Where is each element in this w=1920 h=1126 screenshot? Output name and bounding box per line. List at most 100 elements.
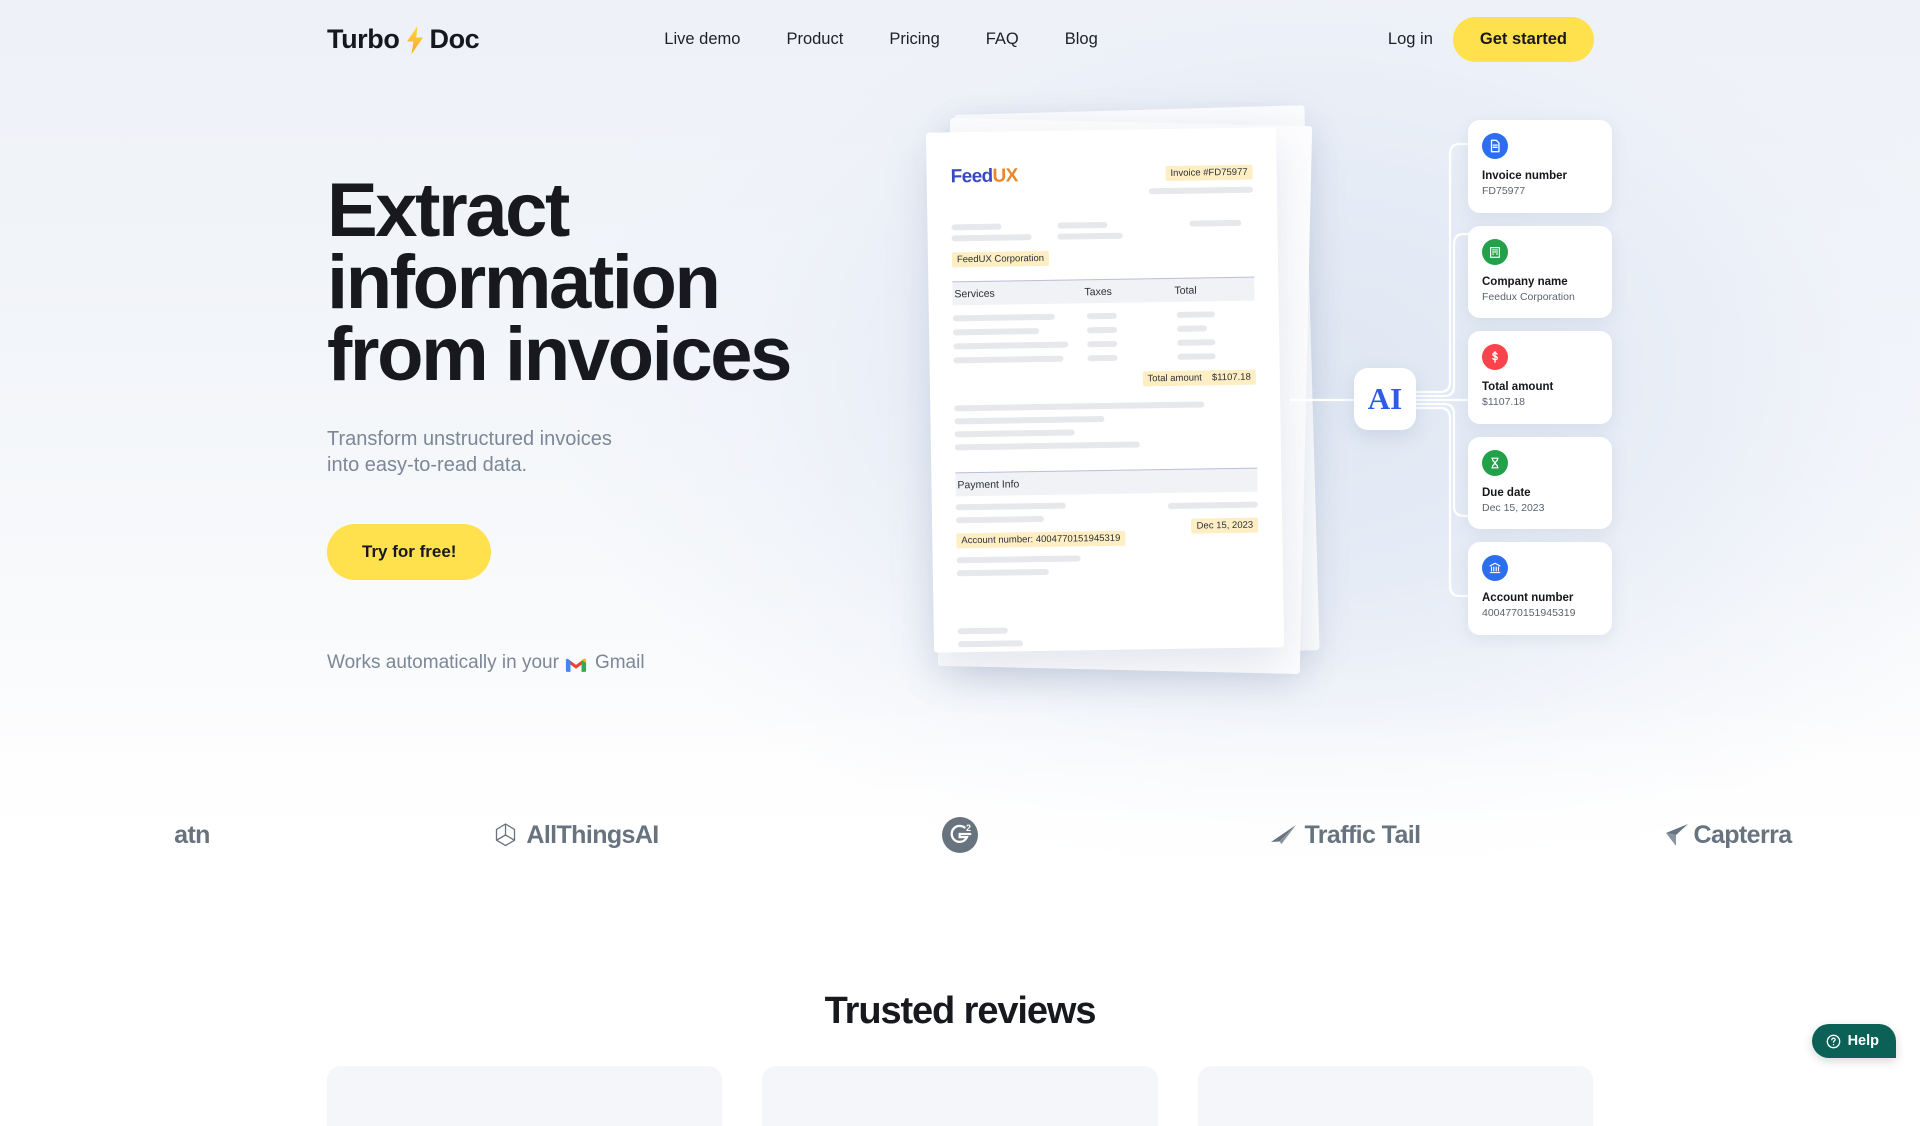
traffic-tail-logo-icon <box>1268 822 1298 848</box>
placeholder-bar <box>953 328 1039 335</box>
placeholder-bar <box>955 441 1140 450</box>
nav-actions: Log in Get started <box>1388 17 1864 62</box>
headline-line-3: from invoices <box>327 319 887 391</box>
card-title: Account number <box>1482 591 1598 605</box>
invoice-header: FeedUX Invoice #FD75977 <box>950 162 1252 198</box>
lightning-bolt-icon <box>402 25 428 55</box>
partner-logo-allthingsai: AllThingsAI <box>384 821 768 850</box>
extracted-fields-list: Invoice number FD75977 Company name Feed… <box>1468 120 1612 648</box>
card-title: Due date <box>1482 486 1598 500</box>
placeholder-bar <box>955 429 1075 437</box>
page-title: Extract information from invoices <box>327 175 887 392</box>
nav-item-product[interactable]: Product <box>786 30 843 49</box>
invoice-payment-body: Dec 15, 2023 Account number: 40047701519… <box>956 500 1259 577</box>
placeholder-bar <box>1087 355 1117 361</box>
invoice-sheet-front: FeedUX Invoice #FD75977 FeedUX Corporati… <box>926 127 1284 652</box>
ai-badge: AI <box>1354 368 1416 430</box>
table-header-total: Total <box>1174 283 1252 296</box>
partner-logo-atn: atn <box>0 821 384 850</box>
nav-item-live-demo[interactable]: Live demo <box>664 30 740 49</box>
invoice-company-tag-wrap: FeedUX Corporation <box>952 237 1254 268</box>
get-started-button[interactable]: Get started <box>1453 17 1594 62</box>
top-navigation-bar: Turbo Doc Live demo Product Pricing FAQ … <box>0 0 1920 78</box>
placeholder-bar <box>1057 222 1107 229</box>
partner-logo-capterra: Capterra <box>1536 821 1920 850</box>
brand-name-second: Doc <box>429 24 479 55</box>
invoice-document-stack: FeedUX Invoice #FD75977 FeedUX Corporati… <box>930 110 1350 690</box>
nav-item-pricing[interactable]: Pricing <box>889 30 939 49</box>
gmail-note-prefix: Works automatically in your <box>327 652 559 674</box>
hero-content: Extract information from invoices Transf… <box>327 175 887 674</box>
invoice-meta-col-2 <box>1057 216 1147 239</box>
extracted-card-company-name[interactable]: Company name Feedux Corporation <box>1468 226 1612 319</box>
question-mark-icon <box>1826 1034 1841 1049</box>
card-value: $1107.18 <box>1482 396 1598 409</box>
placeholder-bar <box>954 416 1104 424</box>
review-cards-row <box>327 1066 1593 1126</box>
partner-logo-g2: 2 <box>768 816 1152 854</box>
invoice-notes-bars <box>954 401 1257 451</box>
placeholder-bar <box>953 314 1055 322</box>
login-link[interactable]: Log in <box>1388 30 1433 49</box>
invoice-account-highlight: Account number: 4004770151945319 <box>956 531 1125 549</box>
brand-logo[interactable]: Turbo Doc <box>327 24 479 55</box>
review-card[interactable] <box>327 1066 722 1126</box>
placeholder-bar <box>1087 341 1117 347</box>
partner-logos-row: atn AllThingsAI 2 Traffic Ta <box>0 795 1920 875</box>
headline-line-1: Extract <box>327 175 887 247</box>
invoice-table-rows <box>953 309 1256 364</box>
invoice-payment-right <box>1168 500 1258 509</box>
invoice-total-highlight: Total amount$1107.18 <box>1142 370 1256 387</box>
extracted-card-due-date[interactable]: Due date Dec 15, 2023 <box>1468 437 1612 530</box>
extracted-card-invoice-number[interactable]: Invoice number FD75977 <box>1468 120 1612 213</box>
document-icon <box>1482 133 1508 159</box>
placeholder-bar <box>1168 502 1258 509</box>
placeholder-bar <box>953 356 1063 364</box>
nav-item-blog[interactable]: Blog <box>1065 30 1098 49</box>
reviews-section-title: Trusted reviews <box>0 990 1920 1033</box>
partner-logo-traffic-tail: Traffic Tail <box>1152 821 1536 850</box>
traffic-tail-logo-label: Traffic Tail <box>1305 821 1421 850</box>
invoice-total-line: Total amount$1107.18 <box>954 367 1256 390</box>
hero-subtitle: Transform unstructured invoices into eas… <box>327 426 887 479</box>
placeholder-bar <box>1177 353 1215 360</box>
invoice-meta-col-3 <box>1163 215 1253 238</box>
invoice-logo-second: UX <box>992 165 1018 186</box>
help-button[interactable]: Help <box>1812 1024 1896 1058</box>
headline-line-2: information <box>327 247 887 319</box>
nav-item-faq[interactable]: FAQ <box>986 30 1019 49</box>
try-for-free-button[interactable]: Try for free! <box>327 524 491 580</box>
placeholder-bar <box>957 555 1081 563</box>
invoice-company-logo: FeedUX <box>950 165 1017 188</box>
placeholder-bar <box>1189 220 1241 227</box>
invoice-total-value: $1107.18 <box>1212 372 1251 384</box>
review-card[interactable] <box>1198 1066 1593 1126</box>
card-value: Feedux Corporation <box>1482 291 1598 304</box>
placeholder-bar <box>957 569 1049 576</box>
placeholder-bar <box>1177 339 1215 346</box>
extracted-card-total-amount[interactable]: Total amount $1107.18 <box>1468 331 1612 424</box>
review-card[interactable] <box>762 1066 1157 1126</box>
nav-links: Live demo Product Pricing FAQ Blog <box>664 30 1098 49</box>
subtitle-line-1: Transform unstructured invoices <box>327 426 887 452</box>
invoice-payment-section-header: Payment Info <box>955 468 1257 497</box>
allthingsai-logo-icon <box>493 822 518 848</box>
card-title: Invoice number <box>1482 169 1598 183</box>
gmail-note-label: Gmail <box>595 652 645 674</box>
placeholder-bar <box>951 224 1001 231</box>
g2-logo-icon: 2 <box>941 816 979 854</box>
table-header-services: Services <box>954 286 1084 300</box>
dollar-icon <box>1482 344 1508 370</box>
subtitle-line-2: into easy-to-read data. <box>327 452 887 478</box>
card-value: 4004770151945319 <box>1482 607 1598 620</box>
placeholder-bar <box>1149 187 1253 195</box>
extracted-card-account-number[interactable]: Account number 4004770151945319 <box>1468 542 1612 635</box>
bank-icon <box>1482 555 1508 581</box>
invoice-meta-col-1 <box>951 218 1041 241</box>
card-title: Total amount <box>1482 380 1598 394</box>
placeholder-bar <box>958 628 1008 635</box>
placeholder-bar <box>1058 233 1123 240</box>
placeholder-bar <box>953 342 1068 350</box>
card-value: Dec 15, 2023 <box>1482 502 1598 515</box>
building-icon <box>1482 239 1508 265</box>
